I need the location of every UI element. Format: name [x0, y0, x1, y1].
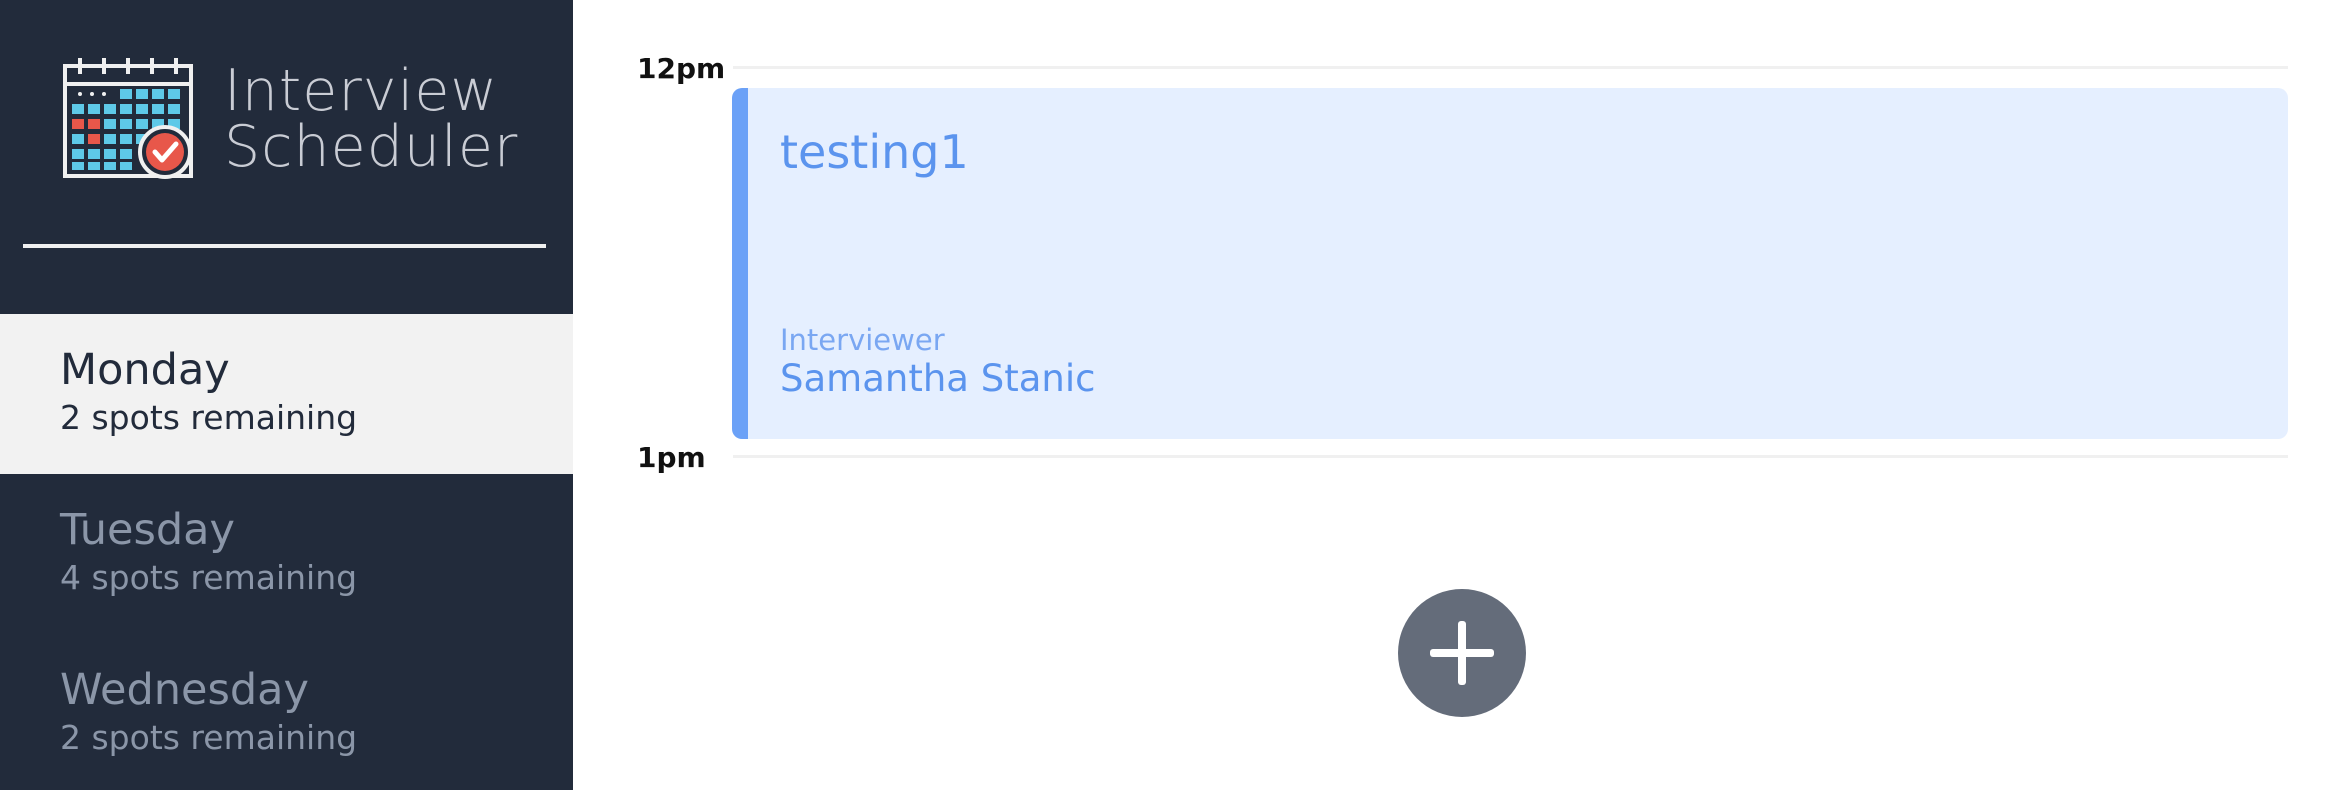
app-title-line2: Scheduler	[224, 113, 519, 180]
app: Interview Scheduler Monday 2 spots remai…	[0, 0, 2336, 790]
day-list: Monday 2 spots remaining Tuesday 4 spots…	[0, 314, 573, 790]
day-name: Tuesday	[60, 505, 235, 555]
day-spots: 2 spots remaining	[60, 398, 358, 437]
app-title: Interview Scheduler	[224, 57, 519, 180]
appointment-card[interactable]: testing1 Interviewer Samantha Stanic	[732, 88, 2288, 439]
day-item-tuesday[interactable]: Tuesday 4 spots remaining	[0, 474, 573, 634]
app-title-line1: Interview	[224, 57, 499, 124]
day-spots: 2 spots remaining	[60, 718, 358, 757]
day-spots: 4 spots remaining	[60, 558, 358, 597]
add-appointment-button[interactable]	[1398, 589, 1526, 717]
day-item-wednesday[interactable]: Wednesday 2 spots remaining	[0, 634, 573, 790]
interviewer-name: Samantha Stanic	[780, 357, 1096, 400]
time-divider	[733, 66, 2288, 69]
time-label-1pm: 1pm	[637, 441, 706, 474]
calendar-check-icon	[63, 58, 193, 179]
day-item-monday[interactable]: Monday 2 spots remaining	[0, 314, 573, 474]
schedule: 12pm testing1 Interviewer Samantha Stani…	[573, 0, 2336, 790]
brand: Interview Scheduler	[62, 56, 518, 181]
time-label-12pm: 12pm	[637, 52, 726, 85]
day-name: Monday	[60, 345, 230, 395]
time-divider	[733, 455, 2288, 458]
sidebar-divider	[23, 244, 546, 248]
sidebar: Interview Scheduler Monday 2 spots remai…	[0, 0, 573, 790]
appointment-student: testing1	[780, 125, 969, 179]
day-name: Wednesday	[60, 665, 309, 715]
interviewer-label: Interviewer	[780, 323, 945, 357]
